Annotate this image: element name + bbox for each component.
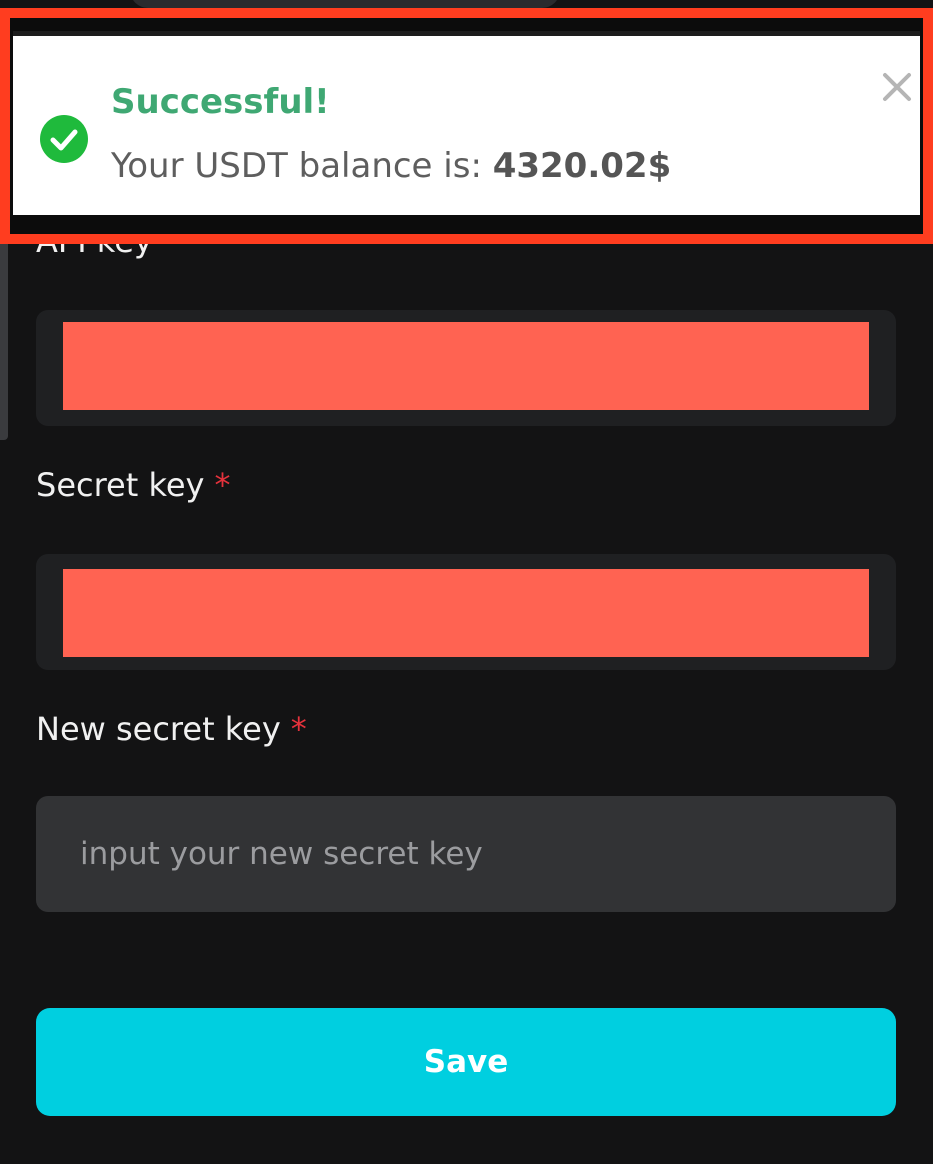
secret-key-label-text: Secret key [36, 466, 205, 504]
toast-message-prefix: Your USDT balance is: [111, 146, 493, 186]
settings-screen: API key* Secret key* New secret key* Sav… [0, 0, 933, 1164]
new-secret-key-label-text: New secret key [36, 710, 281, 748]
success-toast: Successful! Your USDT balance is: 4320.0… [13, 31, 920, 215]
required-mark: * [290, 710, 307, 748]
toast-title: Successful! [111, 82, 330, 122]
toast-message: Your USDT balance is: 4320.02$ [111, 146, 671, 186]
scrollbar[interactable] [0, 240, 8, 440]
api-key-field[interactable] [36, 310, 896, 426]
new-secret-key-input[interactable] [36, 796, 896, 912]
toast-highlight-frame: Successful! Your USDT balance is: 4320.0… [0, 8, 933, 244]
usdt-balance-amount: 4320.02$ [492, 146, 672, 186]
new-secret-key-label: New secret key * [36, 710, 307, 748]
save-button[interactable]: Save [36, 1008, 896, 1116]
check-circle-icon [40, 115, 88, 163]
secret-key-label: Secret key * [36, 466, 230, 504]
secret-key-field[interactable] [36, 554, 896, 670]
required-mark: * [214, 466, 231, 504]
device-top-pill [130, 0, 560, 8]
redacted-api-key [63, 322, 869, 410]
redacted-secret-key [63, 569, 869, 657]
close-icon[interactable] [879, 69, 915, 105]
